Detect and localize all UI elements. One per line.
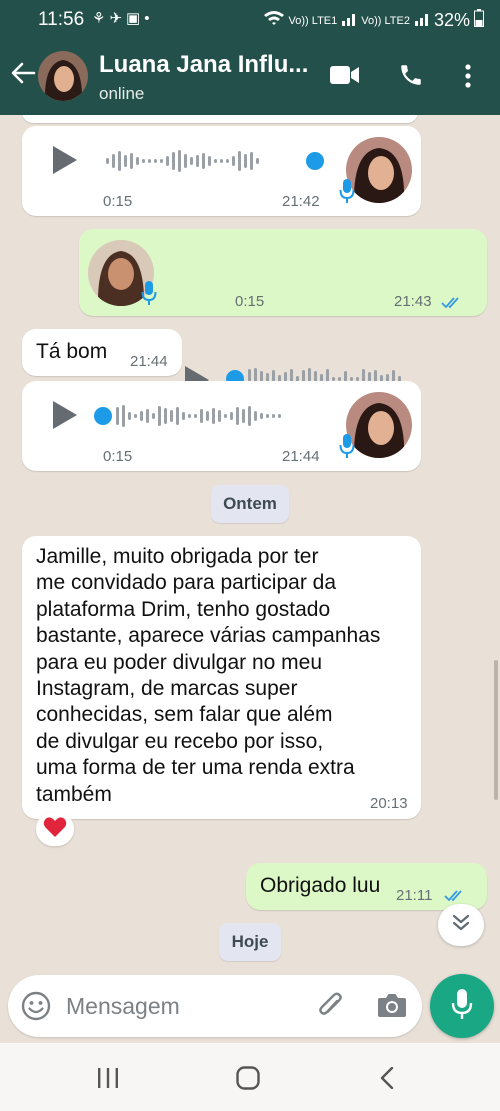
voice-duration: 0:15 — [235, 293, 265, 310]
network-1-label: Vo)) LTE1 — [288, 14, 338, 27]
message-composer[interactable]: Mensagem — [8, 975, 422, 1037]
voice-message-bubble[interactable]: 0:15 21:44 — [22, 381, 421, 471]
back-nav-icon[interactable] — [380, 1066, 394, 1094]
play-icon[interactable] — [53, 146, 77, 174]
camera-icon[interactable] — [377, 992, 407, 1023]
message-line: Jamille, muito obrigada por ter — [36, 545, 319, 568]
mic-icon — [339, 178, 355, 209]
voice-duration: 0:15 — [103, 448, 133, 465]
playback-position-dot[interactable] — [306, 152, 324, 170]
voice-waveform[interactable] — [116, 404, 281, 428]
battery-percent: 32% — [433, 10, 470, 30]
message-text: Jamille, muito obrigada por ter me convi… — [36, 544, 380, 808]
double-chevron-down-icon — [451, 914, 471, 937]
signal-icon — [341, 10, 357, 31]
arrow-left-icon[interactable] — [10, 60, 36, 91]
more-vert-icon[interactable] — [464, 64, 472, 93]
text-message-bubble[interactable]: Jamille, muito obrigada por ter me convi… — [22, 536, 421, 819]
message-time: 21:43 — [394, 293, 432, 310]
message-time: 21:44 — [130, 353, 168, 370]
message-text: Tá bom — [36, 340, 108, 363]
chat-area[interactable]: 0:15 21:42 0:15 21:43 Tá bom 21:44 0:15 … — [0, 115, 500, 970]
text-message-bubble[interactable]: Obrigado luu 21:11 — [246, 863, 487, 910]
contact-status: online — [99, 84, 145, 103]
notification-icons: ⚘✈▣• — [92, 10, 154, 27]
phone-icon[interactable] — [398, 62, 424, 93]
voice-message-bubble[interactable]: 0:15 21:43 — [79, 229, 487, 394]
scroll-to-bottom-button[interactable] — [438, 904, 484, 946]
reaction-badge[interactable] — [36, 812, 74, 846]
signal-icon — [414, 10, 430, 31]
status-right: Vo)) LTE1 Vo)) LTE2 32% — [263, 9, 484, 32]
message-line: bastante, aparece várias campanhas — [36, 624, 381, 648]
status-time: 11:56 — [38, 9, 85, 30]
previous-message-bubble — [22, 115, 418, 123]
read-ticks-icon — [441, 296, 463, 314]
contact-name[interactable]: Luana Jana Influ... — [99, 51, 308, 79]
playback-position-dot[interactable] — [94, 407, 112, 425]
message-line: plataforma Drim, tenho gostado — [36, 597, 331, 621]
message-text: Obrigado luu — [260, 874, 381, 897]
message-time: 21:11 — [396, 887, 433, 904]
wifi-icon — [263, 10, 285, 31]
voice-duration: 0:15 — [103, 193, 133, 210]
voice-waveform[interactable] — [106, 149, 259, 173]
message-time: 20:13 — [370, 795, 408, 812]
voice-message-bubble[interactable]: 0:15 21:42 — [22, 126, 421, 216]
system-navigation-bar — [0, 1043, 500, 1111]
sender-avatar — [346, 392, 412, 458]
recent-apps-icon[interactable] — [97, 1067, 119, 1094]
message-line: para eu poder divulgar no meu — [36, 650, 323, 674]
date-divider: Hoje — [219, 923, 281, 961]
text-message-bubble[interactable]: Tá bom 21:44 — [22, 329, 182, 376]
mic-icon — [339, 433, 355, 464]
message-line: conhecidas, sem falar que além — [36, 703, 333, 727]
message-line: de divulgar eu recebo por isso, — [36, 729, 324, 753]
message-input[interactable]: Mensagem — [66, 993, 180, 1020]
chat-header: Luana Jana Influ... online — [0, 38, 500, 115]
sender-avatar — [346, 137, 412, 203]
contact-avatar[interactable] — [38, 51, 88, 101]
voice-record-button[interactable] — [430, 974, 494, 1038]
message-time: 21:42 — [282, 193, 320, 210]
home-icon[interactable] — [236, 1066, 260, 1095]
play-icon[interactable] — [53, 401, 77, 429]
network-2-label: Vo)) LTE2 — [361, 14, 410, 27]
battery-icon — [474, 9, 484, 32]
paperclip-icon[interactable] — [316, 990, 346, 1027]
mic-icon — [451, 988, 473, 1025]
date-divider: Ontem — [211, 485, 289, 523]
message-line: também — [36, 782, 112, 806]
message-line: me convidado para participar da — [36, 571, 337, 595]
chat-scrollbar[interactable] — [494, 660, 498, 800]
message-line: uma forma de ter uma renda extra — [36, 756, 355, 780]
message-line: Instagram, de marcas super — [36, 677, 298, 701]
status-bar: 11:56 ⚘✈▣• Vo)) LTE1 Vo)) LTE2 32% — [0, 0, 500, 38]
heart-icon — [43, 816, 67, 843]
message-time: 21:44 — [282, 448, 320, 465]
video-call-icon[interactable] — [330, 65, 360, 90]
mic-icon — [141, 280, 157, 311]
emoji-icon[interactable] — [21, 991, 51, 1026]
